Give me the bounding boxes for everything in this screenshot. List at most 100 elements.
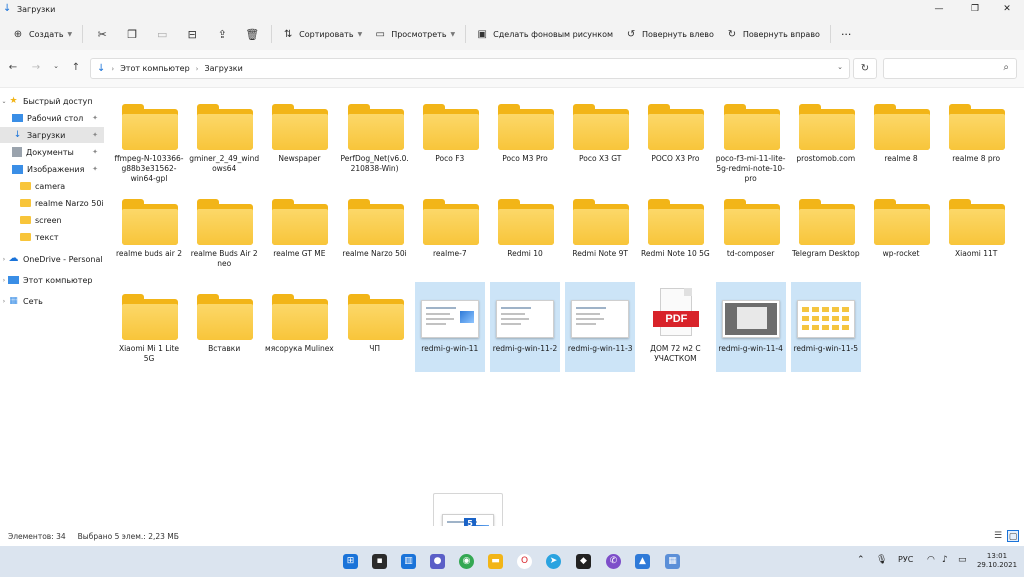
sidebar-item-camera[interactable]: camera — [0, 178, 104, 194]
file-item[interactable]: poco-f3-mi-11-lite-5g-redmi-note-10-pro — [716, 92, 786, 183]
paste-button[interactable]: ▭ — [147, 22, 177, 46]
file-item[interactable]: Xiaomi Mi 1 Lite 5G — [114, 282, 184, 372]
create-button[interactable]: ⊕ Создать ▼ — [6, 22, 78, 46]
sidebar-item-this-pc[interactable]: › Этот компьютер — [0, 272, 104, 288]
file-item[interactable]: ЧП — [340, 282, 410, 372]
file-item[interactable]: td-composer — [716, 187, 786, 277]
telegram-icon[interactable]: ➤ — [546, 554, 561, 569]
share-button[interactable]: ⇪ — [207, 22, 237, 46]
wifi-icon[interactable]: ◠ — [927, 555, 935, 565]
chevron-down-icon[interactable]: ⌄ — [837, 63, 843, 71]
file-item[interactable]: PDF ДОМ 72 м2 С УЧАСТКОМ — [640, 282, 710, 372]
microphone-icon[interactable]: 🎙 — [876, 555, 887, 565]
file-item[interactable]: ffmpeg-N-103366-g88b3e31562-win64-gpl — [114, 92, 184, 183]
resolve-icon[interactable]: ◆ — [576, 554, 591, 569]
more-button[interactable]: ··· — [835, 22, 858, 46]
photos-icon[interactable]: ▲ — [635, 554, 650, 569]
cut-button[interactable]: ✂ — [87, 22, 117, 46]
file-item[interactable]: redmi-g-win-11-4 — [715, 282, 786, 372]
file-item[interactable]: redmi-g-win-11 — [414, 282, 485, 372]
up-button[interactable]: ↑ — [68, 62, 84, 76]
sidebar-item-screen[interactable]: screen — [0, 212, 104, 228]
folder-icon — [949, 199, 1006, 245]
recent-locations-button[interactable]: ⌄ — [48, 62, 64, 76]
breadcrumb-this-pc[interactable]: Этот компьютер — [120, 64, 189, 73]
forward-button[interactable]: → — [28, 62, 44, 76]
file-explorer-icon[interactable]: ▬ — [488, 554, 503, 569]
chevron-right-icon[interactable]: › — [0, 277, 8, 284]
file-item[interactable]: Redmi Note 9T — [565, 187, 635, 277]
sidebar-item-label: Быстрый доступ — [23, 96, 93, 106]
file-item[interactable]: Xiaomi 11T — [941, 187, 1011, 277]
sidebar-item-documents[interactable]: Документы ✦ — [0, 144, 104, 160]
sidebar-item-realme-narzo[interactable]: realme Narzo 50i — [0, 195, 104, 211]
search-icon[interactable]: ▪ — [372, 554, 387, 569]
set-wallpaper-button[interactable]: ▣ Сделать фоновым рисунком — [470, 22, 619, 46]
file-item[interactable]: realme 8 pro — [941, 92, 1011, 182]
file-item[interactable]: Telegram Desktop — [791, 187, 861, 277]
clock[interactable]: 13:01 29.10.2021 — [975, 552, 1019, 570]
details-view-button[interactable]: ☰ — [992, 530, 1004, 542]
start-icon[interactable]: ⊞ — [343, 554, 358, 569]
search-input[interactable]: ⌕ — [883, 58, 1017, 79]
back-button[interactable]: ← — [5, 62, 21, 76]
chevron-down-icon[interactable]: ⌄ — [0, 98, 8, 105]
file-item[interactable]: Poco F3 — [415, 92, 485, 182]
rotate-right-button[interactable]: ↻ Повернуть вправо — [720, 22, 826, 46]
maximize-button[interactable]: ❐ — [958, 0, 992, 18]
task-view-icon[interactable]: ▥ — [401, 554, 416, 569]
sidebar-item-desktop[interactable]: Рабочий стол ✦ — [0, 110, 104, 126]
opera-icon[interactable]: O — [517, 554, 532, 569]
folder-icon — [573, 104, 630, 150]
address-bar[interactable]: ↓ › Этот компьютер › Загрузки ⌄ — [90, 58, 850, 79]
chrome-icon[interactable]: ◉ — [459, 554, 474, 569]
viber-icon[interactable]: ✆ — [606, 554, 621, 569]
file-item[interactable]: realme Narzo 50i — [340, 187, 410, 277]
large-icons-view-button[interactable]: ▢ — [1007, 530, 1019, 542]
chevron-right-icon[interactable]: › — [0, 256, 8, 263]
file-item[interactable]: redmi-g-win-11-2 — [490, 282, 560, 372]
sidebar-item-downloads[interactable]: ↓ Загрузки ✦ — [0, 127, 104, 143]
file-item[interactable]: prostomob.com — [791, 92, 861, 182]
minimize-button[interactable]: — — [922, 0, 956, 18]
file-item[interactable]: PerfDog_Net(v6.0.210838-Win) — [340, 92, 410, 182]
language-indicator[interactable]: РУС — [898, 555, 913, 564]
rotate-left-button[interactable]: ↺ Повернуть влево — [619, 22, 720, 46]
rename-button[interactable]: ⊟ — [177, 22, 207, 46]
file-item[interactable]: POCO X3 Pro — [640, 92, 710, 182]
file-item[interactable]: gminer_2_49_windows64 — [189, 92, 259, 182]
file-item[interactable]: realme 8 — [866, 92, 936, 182]
sidebar-item-pictures[interactable]: Изображения ✦ — [0, 161, 104, 177]
paint-icon[interactable]: ▦ — [665, 554, 680, 569]
copy-button[interactable]: ❐ — [117, 22, 147, 46]
sidebar-item-quick-access[interactable]: ⌄ ★ Быстрый доступ — [0, 93, 104, 109]
file-item[interactable]: Вставки — [189, 282, 259, 372]
sidebar-item-onedrive[interactable]: › ☁ OneDrive - Personal — [0, 251, 104, 267]
breadcrumb-downloads[interactable]: Загрузки — [204, 64, 242, 73]
chevron-up-icon[interactable]: ⌃ — [857, 555, 865, 565]
view-button[interactable]: ▭ Просмотреть ▼ — [368, 22, 461, 46]
volume-icon[interactable]: ♪ — [942, 555, 948, 565]
delete-button[interactable]: 🗑 — [237, 22, 267, 46]
file-item[interactable]: realme-7 — [415, 187, 485, 277]
file-item[interactable]: Redmi Note 10 5G — [640, 187, 710, 277]
file-item[interactable]: realme GT ME — [264, 187, 334, 277]
chevron-right-icon[interactable]: › — [0, 298, 8, 305]
refresh-button[interactable]: ↻ — [853, 58, 877, 79]
battery-icon[interactable]: ▭ — [958, 555, 967, 565]
file-item[interactable]: Poco M3 Pro — [490, 92, 560, 182]
close-button[interactable]: ✕ — [990, 0, 1024, 18]
sort-button[interactable]: ⇅ Сортировать ▼ — [276, 22, 368, 46]
file-item[interactable]: Newspaper — [264, 92, 334, 182]
file-item[interactable]: realme buds air 2 — [114, 187, 184, 277]
file-item[interactable]: redmi-g-win-11-3 — [565, 282, 636, 372]
file-item[interactable]: realme Buds Air 2 neo — [189, 187, 259, 277]
sidebar-item-text[interactable]: текст — [0, 229, 104, 245]
file-item[interactable]: wp-rocket — [866, 187, 936, 277]
file-item[interactable]: Redmi 10 — [490, 187, 560, 277]
file-item[interactable]: Poco X3 GT — [565, 92, 635, 182]
file-item[interactable]: мясорука Mulinex — [264, 282, 334, 372]
file-item[interactable]: redmi-g-win-11-5 — [790, 282, 861, 372]
chat-icon[interactable]: ● — [430, 554, 445, 569]
sidebar-item-network[interactable]: › ▦ Сеть — [0, 293, 104, 309]
